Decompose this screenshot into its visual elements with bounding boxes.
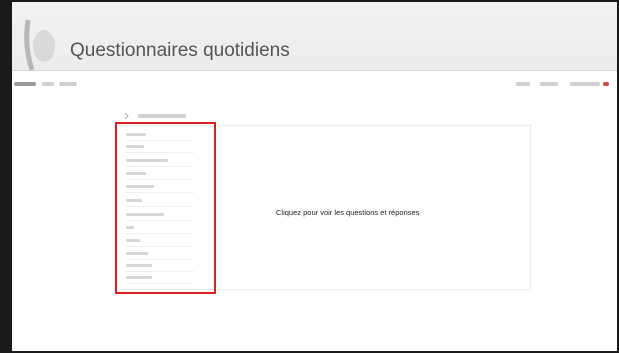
sidebar-item-3[interactable]	[126, 156, 194, 167]
sidebar-item-1[interactable]	[126, 130, 194, 141]
sidebar-item-2[interactable]	[126, 142, 194, 153]
chevron-right-icon	[124, 112, 129, 120]
title-band: Questionnaires quotidiens	[12, 2, 617, 71]
sidebar-item-7[interactable]	[126, 210, 194, 221]
toolbar-link-b[interactable]	[540, 82, 558, 86]
headset-decoration-icon	[24, 19, 55, 71]
user-avatar[interactable]	[603, 82, 609, 86]
nav-link-2[interactable]	[59, 82, 77, 86]
section-header	[124, 111, 187, 120]
sidebar-item-9[interactable]	[126, 236, 194, 247]
toolbar-link-a[interactable]	[516, 82, 530, 86]
sidebar-item-8[interactable]	[126, 223, 194, 234]
section-title-placeholder	[138, 113, 187, 118]
slide-title: Questionnaires quotidiens	[70, 40, 290, 61]
app-toolbar	[14, 78, 616, 94]
content-message: Cliquez pour voir les questions et répon…	[276, 208, 420, 217]
nav-link-1[interactable]	[42, 82, 54, 86]
app-logo[interactable]	[14, 82, 36, 86]
questionnaire-sidebar	[115, 122, 216, 294]
user-menu[interactable]	[570, 82, 600, 86]
sidebar-item-5[interactable]	[126, 182, 194, 193]
sidebar-item-12[interactable]	[126, 273, 194, 284]
sidebar-item-11[interactable]	[126, 261, 194, 272]
sidebar-item-6[interactable]	[126, 196, 194, 207]
sidebar-item-10[interactable]	[126, 249, 194, 260]
sidebar-item-4[interactable]	[126, 169, 194, 180]
